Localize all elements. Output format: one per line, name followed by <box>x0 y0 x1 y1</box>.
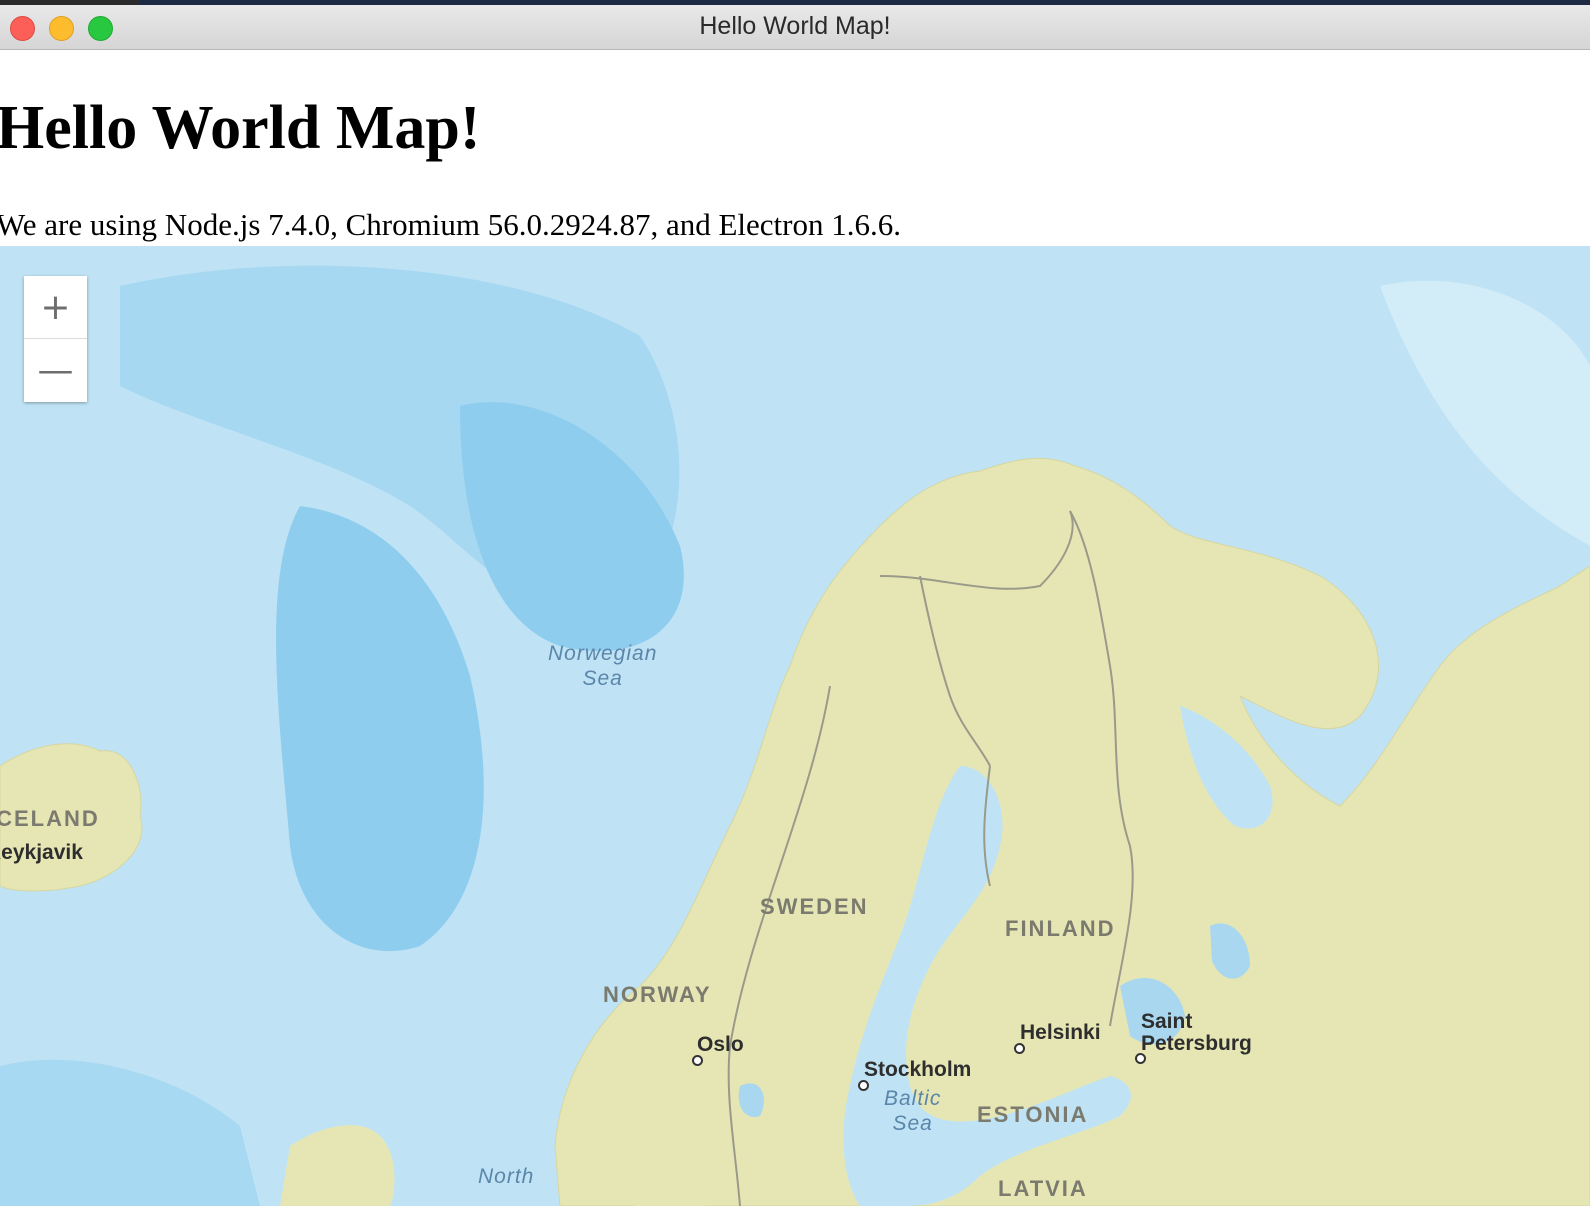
finland-label: FINLAND <box>1005 916 1116 941</box>
north-sea-label: North <box>478 1165 535 1188</box>
norwegian-sea-label: Norwegian Sea <box>548 642 658 690</box>
zoom-in-button[interactable]: + <box>24 276 87 339</box>
norway-label: NORWAY <box>603 982 712 1007</box>
helsinki-marker <box>1014 1043 1025 1054</box>
reykjavik-label: Reykjavik <box>0 841 83 864</box>
map-basemap <box>0 265 1590 1206</box>
saint-petersburg-label: Saint Petersburg <box>1141 1010 1252 1055</box>
stockholm-marker <box>858 1080 869 1091</box>
zoom-control: + — <box>24 276 87 402</box>
latvia-label: LATVIA <box>998 1176 1088 1201</box>
zoom-out-button[interactable]: — <box>24 339 87 401</box>
page-title: Hello World Map! <box>0 94 481 162</box>
map-view[interactable]: NorwegianSea ICELAND Reykjavik SWEDEN FI… <box>0 246 1590 1206</box>
window-titlebar: Hello World Map! <box>0 0 1590 50</box>
window-title: Hello World Map! <box>699 12 891 40</box>
iceland-label: ICELAND <box>0 806 100 831</box>
sweden-label: SWEDEN <box>760 894 869 919</box>
helsinki-label: Helsinki <box>1020 1021 1101 1044</box>
oslo-marker <box>692 1055 703 1066</box>
estonia-label: ESTONIA <box>977 1102 1089 1127</box>
desktop-strip <box>0 0 1590 5</box>
version-info: We are using Node.js 7.4.0, Chromium 56.… <box>0 207 901 242</box>
oslo-label: Oslo <box>697 1033 744 1056</box>
baltic-sea-label: Baltic Sea <box>884 1087 942 1135</box>
stockholm-label: Stockholm <box>864 1058 972 1081</box>
